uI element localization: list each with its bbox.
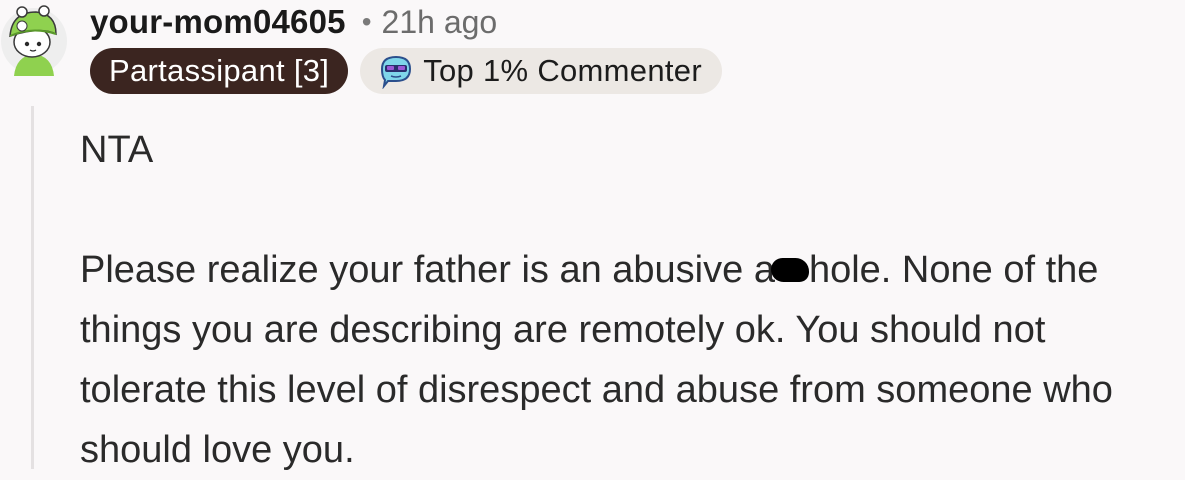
comment-body: NTA Please realize your father is an abu… [80,120,1175,480]
separator-dot: • [361,6,372,37]
censor-scribble [770,257,809,282]
achievement-flair-label: Top 1% Commenter [423,53,702,88]
comment-header: your-mom04605 • 21h ago [90,0,497,44]
flair-row: Partassipant [3] Top 1% Commenter [90,47,722,95]
achievement-flair-badge[interactable]: Top 1% Commenter [360,48,722,94]
author-username[interactable]: your-mom04605 [90,3,346,41]
top-commenter-badge-icon [381,55,412,89]
comment-verdict: NTA [80,129,154,171]
comment-paragraph: Please realize your father is an abusive… [80,240,1175,480]
user-flair-badge: Partassipant [3] [90,48,349,94]
user-avatar[interactable] [0,4,68,76]
comment-text-part-1: Please realize your father is an abusive… [80,249,775,291]
comment-timestamp[interactable]: 21h ago [382,4,498,41]
snoo-avatar-icon [1,5,67,76]
thread-collapse-line[interactable] [31,106,34,469]
